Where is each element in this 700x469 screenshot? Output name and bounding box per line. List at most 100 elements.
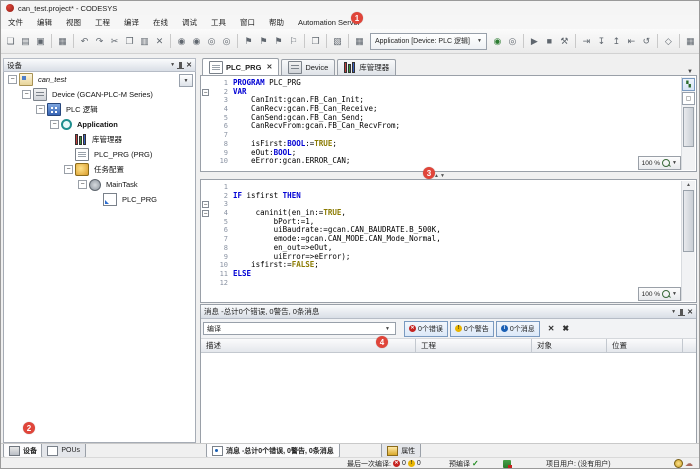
code-line[interactable]: 11ELSE bbox=[201, 270, 696, 279]
replace-objects-icon[interactable]: ◎ bbox=[220, 34, 233, 48]
column-header-工程[interactable]: 工程 bbox=[416, 339, 532, 352]
stop-icon[interactable]: ■ bbox=[543, 34, 556, 48]
step-back-icon[interactable]: ⇤ bbox=[625, 34, 638, 48]
tab-plc-prg[interactable]: PLC_PRG✕ bbox=[202, 58, 279, 75]
code-line[interactable]: 2IF isfirst THEN bbox=[201, 192, 696, 201]
collapse-icon[interactable]: − bbox=[78, 180, 87, 189]
menu-item-6[interactable]: 在线 bbox=[146, 15, 175, 30]
implementation-zoom-control[interactable]: 100 % ▼ bbox=[638, 287, 681, 301]
clear-message-icon[interactable]: ✕ bbox=[548, 324, 555, 333]
collapse-icon[interactable]: − bbox=[22, 90, 31, 99]
split-view-icon[interactable]: ▚ bbox=[682, 78, 695, 91]
collapse-icon[interactable]: − bbox=[202, 89, 209, 96]
column-header-位置[interactable]: 位置 bbox=[607, 339, 683, 352]
pin-icon[interactable] bbox=[179, 62, 182, 68]
close-tab-icon[interactable]: ✕ bbox=[266, 63, 272, 71]
code-line[interactable]: 6 CanRecvFrom:gcan.FB_Can_RecvFrom; bbox=[201, 122, 696, 131]
code-line[interactable]: 10 isfirst:=FALSE; bbox=[201, 261, 696, 270]
pin-icon[interactable] bbox=[680, 309, 683, 315]
search-objects-icon[interactable]: ◎ bbox=[205, 34, 218, 48]
new-folder-icon[interactable]: ▧ bbox=[331, 34, 344, 48]
start-icon[interactable]: ▶ bbox=[528, 34, 541, 48]
tree-node-device-gcan-plc-m-series-[interactable]: −Device (GCAN-PLC-M Series) bbox=[4, 87, 195, 102]
info-filter-button[interactable]: i0个消息 bbox=[496, 321, 540, 337]
scroll-up-icon[interactable]: ▲ bbox=[686, 182, 691, 188]
clear-all-messages-icon[interactable]: ✖ bbox=[562, 324, 569, 333]
tree-node-maintask[interactable]: −MainTask bbox=[4, 177, 195, 192]
code-line[interactable]: 1PROGRAM PLC_PRG bbox=[201, 79, 696, 88]
login-icon[interactable]: ◉ bbox=[491, 34, 504, 48]
message-category-combobox[interactable]: 编译 ▼ bbox=[203, 322, 396, 335]
delete-icon[interactable]: ✕ bbox=[153, 34, 166, 48]
declaration-zoom-control[interactable]: 100 % ▼ bbox=[638, 156, 681, 170]
menu-item-4[interactable]: 工程 bbox=[88, 15, 117, 30]
new-file-icon[interactable]: ❏ bbox=[4, 34, 17, 48]
chevron-down-icon[interactable]: ▼ bbox=[672, 160, 677, 166]
bookmark-previous-icon[interactable]: ⚑ bbox=[272, 34, 285, 48]
menu-item-2[interactable]: 编辑 bbox=[30, 15, 59, 30]
collapse-icon[interactable]: − bbox=[36, 105, 45, 114]
menu-item-5[interactable]: 编译 bbox=[117, 15, 146, 30]
find-icon[interactable]: ◉ bbox=[175, 34, 188, 48]
collapse-icon[interactable]: − bbox=[64, 165, 73, 174]
tree-node--[interactable]: −任务配置 bbox=[4, 162, 195, 177]
chevron-down-icon[interactable]: ▼ bbox=[383, 326, 392, 332]
column-header-对象[interactable]: 对象 bbox=[532, 339, 607, 352]
print-icon[interactable]: ▦ bbox=[56, 34, 69, 48]
menu-item-9[interactable]: 窗口 bbox=[233, 15, 262, 30]
application-combobox[interactable]: Application [Device: PLC 逻辑] ▼ bbox=[370, 33, 487, 50]
cut-icon[interactable]: ✂ bbox=[108, 34, 121, 48]
panel-menu-icon[interactable]: ▼ bbox=[671, 309, 676, 315]
menu-item-3[interactable]: 视图 bbox=[59, 15, 88, 30]
redo-icon[interactable]: ↷ bbox=[93, 34, 106, 48]
tree-node-application[interactable]: −Application bbox=[4, 117, 195, 132]
close-icon[interactable]: ✕ bbox=[687, 308, 693, 316]
step-out-icon[interactable]: ↥ bbox=[610, 34, 623, 48]
error-filter-button[interactable]: ✕0个错误 bbox=[404, 321, 448, 337]
run-to-cursor-icon[interactable]: ◇ bbox=[662, 34, 675, 48]
undo-icon[interactable]: ↶ bbox=[78, 34, 91, 48]
build-icon[interactable]: ⚒ bbox=[558, 34, 571, 48]
display-mode-icon[interactable]: ▦ bbox=[684, 34, 697, 48]
tree-node-plc-prg[interactable]: PLC_PRG bbox=[4, 192, 195, 207]
menu-item-8[interactable]: 工具 bbox=[204, 15, 233, 30]
find-replace-icon[interactable]: ◉ bbox=[190, 34, 203, 48]
logout-icon[interactable]: ◎ bbox=[506, 34, 519, 48]
bottom-tab-messages[interactable]: 消息 -总计0个错误, 0警告, 0条消息 bbox=[206, 444, 340, 458]
implementation-editor[interactable]: 12IF isfirst THEN−3−4 caninit(en_in:=TRU… bbox=[200, 179, 697, 303]
implementation-scrollbar[interactable]: ▲ bbox=[681, 181, 695, 301]
tab--[interactable]: 库管理器 bbox=[337, 59, 396, 75]
paste-icon[interactable]: ▥ bbox=[138, 34, 151, 48]
collapse-icon[interactable]: − bbox=[50, 120, 59, 129]
copy-icon[interactable]: ❐ bbox=[123, 34, 136, 48]
collapse-icon[interactable]: − bbox=[8, 75, 17, 84]
tab-device[interactable]: Device bbox=[281, 59, 335, 75]
collapse-icon[interactable]: − bbox=[202, 201, 209, 208]
step-into-icon[interactable]: ↧ bbox=[595, 34, 608, 48]
tree-node-plc-prg-prg-[interactable]: PLC_PRG (PRG) bbox=[4, 147, 195, 162]
declaration-scrollbar[interactable]: ▚ ▢ bbox=[681, 77, 695, 170]
tree-node-can-test[interactable]: −can_test bbox=[4, 72, 195, 87]
calendar-icon[interactable]: ▦ bbox=[353, 34, 366, 48]
reset-icon[interactable]: ↺ bbox=[640, 34, 653, 48]
collapse-icon[interactable]: − bbox=[202, 210, 209, 217]
code-line[interactable]: 10 eError:gcan.ERROR_CAN; bbox=[201, 157, 696, 166]
close-icon[interactable]: ✕ bbox=[186, 61, 192, 69]
copy-format-icon[interactable]: ❒ bbox=[309, 34, 322, 48]
bottom-tab-pous[interactable]: POUs bbox=[41, 444, 86, 458]
chevron-down-icon[interactable]: ▼ bbox=[475, 38, 484, 44]
window-split-icon[interactable]: ▢ bbox=[682, 92, 695, 105]
tree-root-dropdown[interactable]: ▼ bbox=[179, 74, 193, 87]
scrollbar-thumb[interactable] bbox=[683, 190, 694, 252]
save-icon[interactable]: ▣ bbox=[34, 34, 47, 48]
bottom-tab-devices[interactable]: 设备 bbox=[3, 444, 43, 458]
bookmark-clear-icon[interactable]: ⚐ bbox=[287, 34, 300, 48]
bookmark-next-icon[interactable]: ⚑ bbox=[257, 34, 270, 48]
open-file-icon[interactable]: ▤ bbox=[19, 34, 32, 48]
tree-node-plc-[interactable]: −PLC 逻辑 bbox=[4, 102, 195, 117]
menu-item-1[interactable]: 文件 bbox=[1, 15, 30, 30]
bottom-tab-props[interactable]: 属性 bbox=[381, 444, 421, 458]
step-over-icon[interactable]: ⇥ bbox=[580, 34, 593, 48]
scrollbar-thumb[interactable] bbox=[683, 107, 694, 147]
declaration-editor[interactable]: 1PROGRAM PLC_PRG−2VAR3 CanInit:gcan.FB_C… bbox=[200, 75, 697, 172]
